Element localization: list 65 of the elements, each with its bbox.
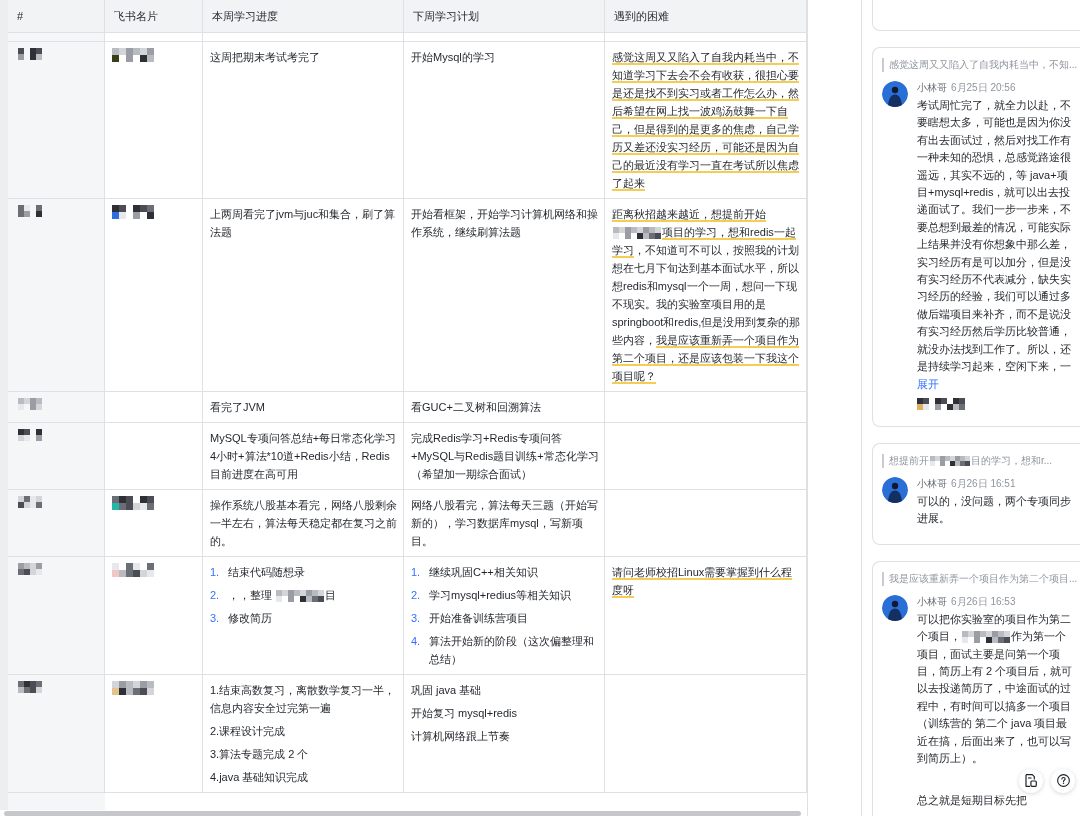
list-number: 2. xyxy=(210,588,221,603)
avatar-icon xyxy=(882,476,908,503)
cell-text: 巩固 java 基础 xyxy=(411,683,483,698)
list-item-text: 开始准备训练营项目 xyxy=(429,611,528,626)
document-button[interactable] xyxy=(1019,768,1043,793)
cell-text: 1.结束高数复习，离散数学复习一半，信息内容安全过完第一遍 xyxy=(210,683,397,716)
list-item-text: 学习mysql+redius等相关知识 xyxy=(429,588,572,603)
redacted-text xyxy=(276,590,325,603)
quoted-text: 想提前开 目的学习，想和r... xyxy=(882,453,1053,468)
comment-text: 可以的，没问题，两个专项同步进展。 xyxy=(917,493,1072,527)
redacted-text xyxy=(962,631,1010,644)
cell-text: 3.算法专题完成 2 个 xyxy=(210,747,310,762)
comment-text: 可以把你实验室的项目作为第二个项目， 作为第一个项目，面试主要是问第一个项目，简历上有 2 个项目后，就可以去投递简历了，中途面试的过程中，有时间可以搞多一个项目（训练营的 第二个 java 项目最近在搞，后面出来了，也可以写到简历上）。 xyxy=(917,611,1074,766)
list-item-text: 修改简历 xyxy=(228,611,272,626)
list-number: 3. xyxy=(210,611,221,626)
list-item-text: 继续巩固C++相关知识 xyxy=(429,565,538,580)
cell-text: MySQL专项问答总结+每日常态化学习4小时+算法*10道+Redis小结，Redis目前进度在高可用 xyxy=(210,431,398,482)
cell-text: 网络八股看完，算法每天三题（开始写新的），学习数据库mysql，写新项目。 xyxy=(411,498,599,549)
list-number: 4. xyxy=(411,634,422,649)
column-header: 遇到的困难 xyxy=(605,0,807,32)
list-item-text: 算法开始新的阶段（这次偏整理和总结） xyxy=(429,634,595,667)
comment-time: 6月26日 16:53 xyxy=(951,594,1016,609)
avatar-icon xyxy=(882,81,908,107)
cell-text: 操作系统八股基本看完，网络八股剩余一半左右，算法每天稳定都在复习之前的。 xyxy=(210,498,398,549)
expand-link[interactable]: 展开 xyxy=(917,375,939,393)
help-icon xyxy=(1056,774,1070,787)
cell-text: 4.java 基础知识完成 xyxy=(210,770,310,785)
cell-text: 开始复习 mysql+redis xyxy=(411,706,519,721)
comment-text: 考试周忙完了，就全力以赴，不要瞎想太多，可能也是因为你没有出去面试过，然后对找工作有一种未知的恐惧，总感觉路途很遥远，其实不远的，等 java+项目+mysql+redis，就可以出去投递面试了。我们一步一步来，不要总想到最差的情况，可能实际上结果并没有你想象中那么差，实习经历有是可以加分，但是没有实习经历不代表减分，缺失实习经历的经验，我们可以通过多做后端项目来补齐，而不是说没有实习经历然后学历比较普通，就没办法找到工作了。所以，还是持续学习起来，空闲下来，一 xyxy=(917,98,1072,375)
cell-text: 这周把期末考试考完了 xyxy=(210,50,321,65)
comment-time: 6月26日 16:51 xyxy=(951,476,1016,491)
comment-time: 6月25日 20:56 xyxy=(951,81,1016,95)
author-name: 小林哥 xyxy=(917,81,947,95)
list-number: 3. xyxy=(411,611,422,626)
cell-text: 看完了JVM xyxy=(210,400,266,415)
cell-text: 上两周看完了jvm与juc和集合，刷了算法题 xyxy=(210,207,397,240)
cell-text: 请问老师校招Linux需要掌握到什么程度呀 xyxy=(612,565,794,599)
cell-text: 计算机网络跟上节奏 xyxy=(411,729,511,744)
cell-text: 完成Redis学习+Redis专项问答+MySQL与Redis题目训练+常态化学习（希望加一期综合面试） xyxy=(411,431,599,482)
list-number: 2. xyxy=(411,588,422,603)
column-header: 下周学习计划 xyxy=(404,0,605,32)
author-name: 小林哥 xyxy=(917,594,947,609)
author-name: 小林哥 xyxy=(917,476,947,491)
list-item-text: ，，整理 目 xyxy=(228,588,337,604)
document-icon xyxy=(1025,774,1037,787)
redacted-text xyxy=(613,227,661,240)
cell-text: 开始Mysql的学习 xyxy=(411,50,496,65)
cell-text: 开始看框架，开始学习计算机网络和操作系统，继续刷算法题 xyxy=(411,207,599,240)
column-header: 本周学习进度 xyxy=(203,0,404,32)
redacted-text xyxy=(930,455,970,466)
comment-text: 总之就是短期目标先把 xyxy=(917,793,1028,809)
quoted-text: 感觉这周又又陷入了自我内耗当中，不知... xyxy=(882,58,1078,72)
scrollbar[interactable] xyxy=(4,810,801,816)
cell-text: 看GUC+二叉树和回溯算法 xyxy=(411,400,542,415)
column-header: # xyxy=(8,0,105,32)
cell-text: 距离秋招越来越近，想提前开始 项目的学习，想和redis一起学习，不知道可不可以，按照我的计划想在七月下旬达到基本面试水平，所以想redis和mysql一个一周，想问一下现不现实。我的实验室项目用的是springboot和redis,但是没用到复杂的那些内容，我是应该重新弄一个项目作为第二个项目，还是应该包装一下我这个项目呢？ xyxy=(612,207,801,385)
list-item-text: 结束代码随想录 xyxy=(228,565,305,580)
quoted-text: 我是应该重新弄一个项目作为第二个项目... xyxy=(882,571,1078,586)
list-number: 1. xyxy=(210,565,221,580)
column-header: 飞书名片 xyxy=(105,0,203,32)
cell-text: 2.课程设计完成 xyxy=(210,724,287,739)
help-button[interactable] xyxy=(1051,768,1075,793)
list-number: 1. xyxy=(411,565,422,580)
cell-text: 感觉这周又又陷入了自我内耗当中，不知道学习下去会不会有收获，很担心要是还是找不到实习或者工作怎么办，然后希望在网上找一波鸡汤鼓舞一下自己，但是得到的是更多的焦虑，自己学历又差还没实习经历，可能还是因为自己的最近没有学习一直在考试所以焦虑了起来 xyxy=(612,50,800,192)
avatar-icon xyxy=(882,594,908,621)
